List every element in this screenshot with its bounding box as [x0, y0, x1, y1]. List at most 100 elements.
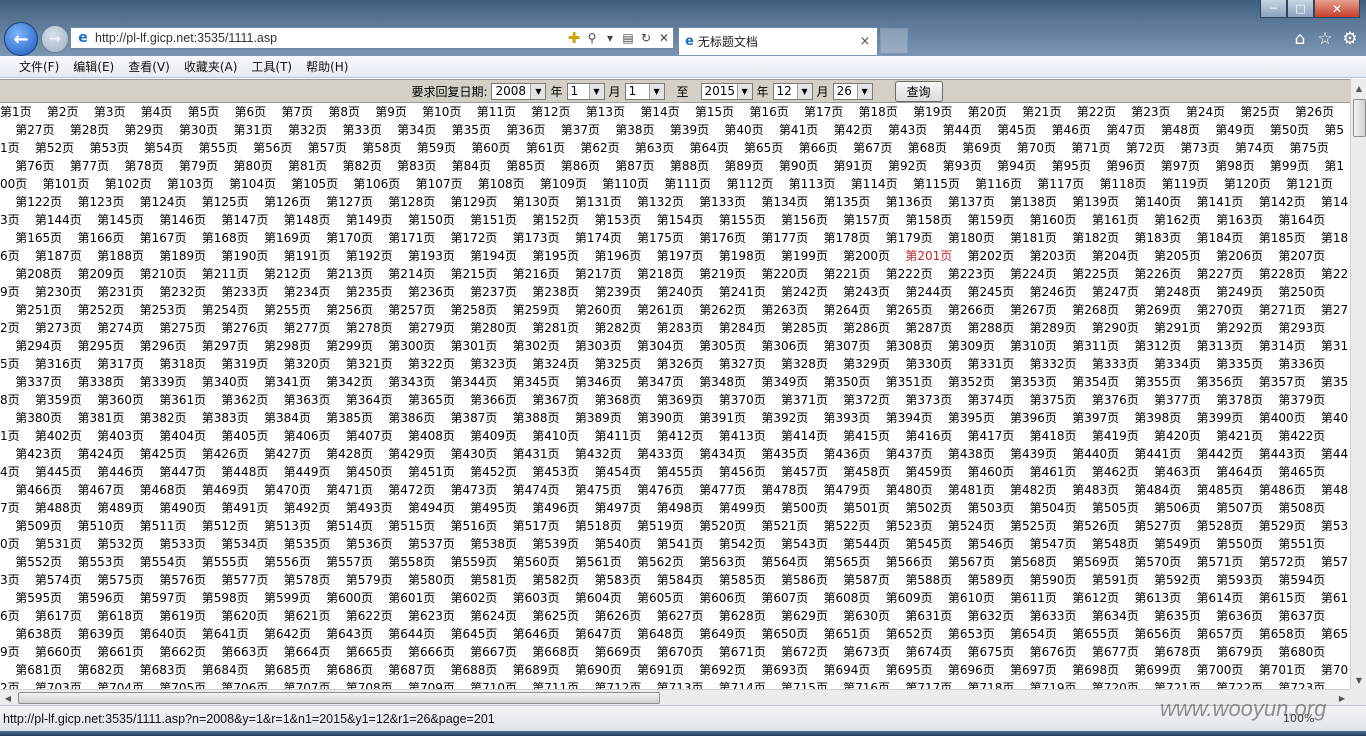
page-link[interactable]: 第115页: [913, 177, 960, 191]
page-link[interactable]: 第556页: [264, 555, 311, 569]
page-link[interactable]: 第507页: [1216, 501, 1263, 515]
page-link[interactable]: 第672页: [781, 645, 828, 659]
page-link[interactable]: 第545页: [905, 537, 952, 551]
page-link[interactable]: 第411页: [594, 429, 641, 443]
page-link[interactable]: 第346页: [575, 375, 622, 389]
page-link[interactable]: 第426页: [202, 447, 249, 461]
page-link[interactable]: 第26页: [1295, 105, 1334, 119]
page-link[interactable]: 第597页: [140, 591, 187, 605]
page-link[interactable]: 第368页: [594, 393, 641, 407]
page-link[interactable]: 第681页: [15, 663, 62, 677]
page-link[interactable]: 第413页: [719, 429, 766, 443]
page-link[interactable]: 第720页: [1092, 681, 1139, 689]
page-link[interactable]: 第562页: [637, 555, 684, 569]
page-link[interactable]: 第270页: [1197, 303, 1244, 317]
page-link[interactable]: 第395页: [948, 411, 995, 425]
menu-file[interactable]: 文件(F): [12, 58, 66, 75]
page-link[interactable]: 第583页: [594, 573, 641, 587]
page-link[interactable]: 第118页: [1099, 177, 1146, 191]
page-link[interactable]: 第649页: [699, 627, 746, 641]
page-link[interactable]: 第415页: [843, 429, 890, 443]
page-link[interactable]: 第370页: [719, 393, 766, 407]
page-link[interactable]: 第23页: [1131, 105, 1170, 119]
page-link[interactable]: 第598页: [202, 591, 249, 605]
page-link[interactable]: 第469页: [202, 483, 249, 497]
page-link[interactable]: 第131页: [575, 195, 622, 209]
page-link[interactable]: 第277页: [284, 321, 331, 335]
page-link[interactable]: 第4页: [141, 105, 173, 119]
page-link[interactable]: 第178页: [824, 231, 871, 245]
page-link[interactable]: 第561页: [575, 555, 622, 569]
menu-help[interactable]: 帮助(H): [299, 58, 355, 75]
scroll-right-icon[interactable]: ▶: [1335, 690, 1349, 706]
page-link[interactable]: 第109页: [540, 177, 587, 191]
page-link[interactable]: 第225页: [1072, 267, 1119, 281]
page-link[interactable]: 第719页: [1030, 681, 1077, 689]
page-link[interactable]: 第606页: [699, 591, 746, 605]
page-link[interactable]: 第629页: [781, 609, 828, 623]
page-link[interactable]: 第260页: [575, 303, 622, 317]
page-link[interactable]: 第528页: [1197, 519, 1244, 533]
page-link[interactable]: 第204页: [1092, 249, 1139, 263]
page-link[interactable]: 第407页: [346, 429, 393, 443]
page-link[interactable]: 第589页: [967, 573, 1014, 587]
page-link[interactable]: 第572页: [1259, 555, 1306, 569]
page-link[interactable]: 第2页: [47, 105, 79, 119]
page-link[interactable]: 第82页: [343, 159, 382, 173]
page-link[interactable]: 第62页: [580, 141, 619, 155]
page-link[interactable]: 第132页: [637, 195, 684, 209]
page-link[interactable]: 第537页: [408, 537, 455, 551]
page-link[interactable]: 第8页: [328, 105, 360, 119]
page-link[interactable]: 第220页: [761, 267, 808, 281]
page-link[interactable]: 第375页: [1030, 393, 1077, 407]
page-link[interactable]: 第285页: [781, 321, 828, 335]
page-link[interactable]: 第607页: [761, 591, 808, 605]
page-link[interactable]: 第497页: [594, 501, 641, 515]
page-link[interactable]: 第531页: [35, 537, 82, 551]
page-link[interactable]: 第312页: [1134, 339, 1181, 353]
page-link[interactable]: 第701页: [1259, 663, 1306, 677]
page-link[interactable]: 第108页: [478, 177, 525, 191]
page-link[interactable]: 第168页: [202, 231, 249, 245]
page-link[interactable]: 第263页: [761, 303, 808, 317]
page-link[interactable]: 第544页: [843, 537, 890, 551]
page-link[interactable]: 第692页: [699, 663, 746, 677]
page-link[interactable]: 第526页: [1072, 519, 1119, 533]
page-link[interactable]: 第620页: [221, 609, 268, 623]
page-link[interactable]: 第127页: [326, 195, 373, 209]
horizontal-scrollbar[interactable]: ◀ ▶: [0, 689, 1350, 705]
page-link[interactable]: 第93页: [943, 159, 982, 173]
page-link[interactable]: 第623页: [408, 609, 455, 623]
page-link[interactable]: 第580页: [408, 573, 455, 587]
page-link[interactable]: 第237页: [470, 285, 517, 299]
page-link[interactable]: 第320页: [284, 357, 331, 371]
page-link[interactable]: 第197页: [657, 249, 704, 263]
page-link[interactable]: 第16页: [749, 105, 788, 119]
to-day-select[interactable]: 26 ▼: [832, 82, 873, 100]
page-link[interactable]: 第477页: [699, 483, 746, 497]
page-link[interactable]: 第28页: [70, 123, 109, 137]
page-link[interactable]: 第295页: [77, 339, 124, 353]
page-link[interactable]: 第666页: [408, 645, 455, 659]
page-link[interactable]: 第173页: [513, 231, 560, 245]
page-link[interactable]: 第314页: [1259, 339, 1306, 353]
page-link[interactable]: 第581页: [470, 573, 517, 587]
page-link[interactable]: 第635页: [1154, 609, 1201, 623]
gear-icon[interactable]: ⚙: [1339, 29, 1361, 49]
page-link[interactable]: 第294页: [15, 339, 62, 353]
page-link[interactable]: 第548页: [1092, 537, 1139, 551]
page-link[interactable]: 第42页: [833, 123, 872, 137]
page-link[interactable]: 第335页: [1216, 357, 1263, 371]
page-link[interactable]: 第467页: [77, 483, 124, 497]
page-link[interactable]: 第566页: [886, 555, 933, 569]
page-link[interactable]: 第499页: [719, 501, 766, 515]
page-link[interactable]: 第343页: [388, 375, 435, 389]
page-link[interactable]: 第203页: [1030, 249, 1077, 263]
page-link[interactable]: 第637页: [1278, 609, 1325, 623]
page-link[interactable]: 第640页: [140, 627, 187, 641]
page-link[interactable]: 第53页: [89, 141, 128, 155]
page-link[interactable]: 第125页: [202, 195, 249, 209]
page-link[interactable]: 第393页: [824, 411, 871, 425]
page-link[interactable]: 第107页: [416, 177, 463, 191]
page-link[interactable]: 第552页: [15, 555, 62, 569]
